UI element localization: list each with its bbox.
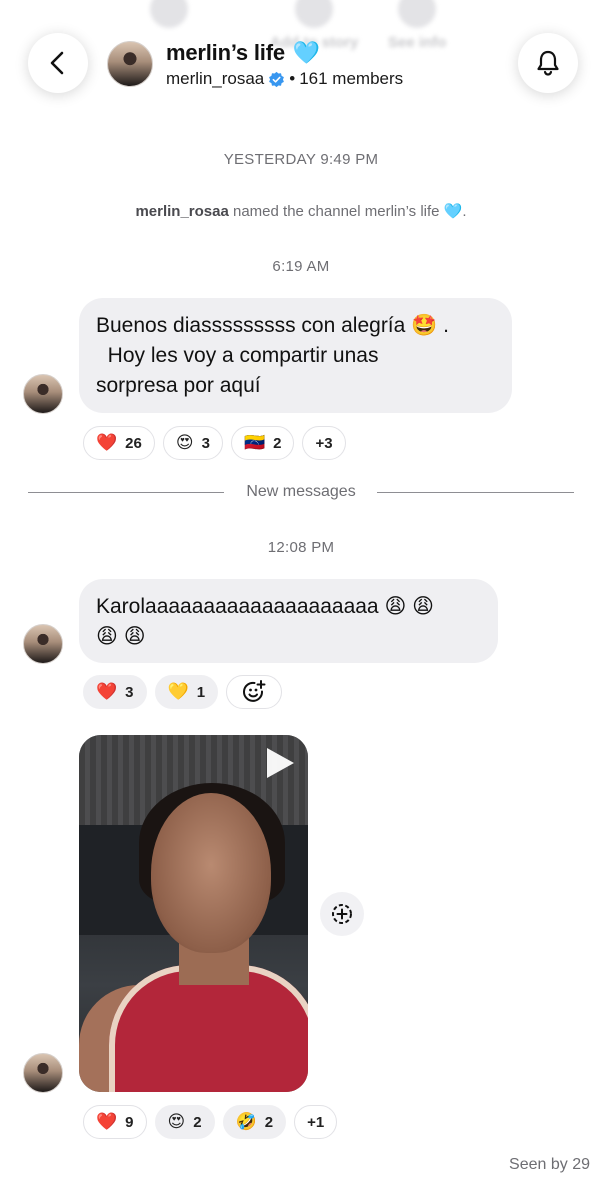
seen-by-count[interactable]: Seen by 29 xyxy=(509,1156,590,1174)
message-line: 😩 😩 xyxy=(96,625,146,648)
light-blue-heart-emoji: 🩵 xyxy=(292,40,321,65)
light-blue-heart-emoji: 🩵 xyxy=(443,203,463,220)
member-count: 161 members xyxy=(299,69,404,88)
reaction-count: 2 xyxy=(264,1113,274,1131)
add-reaction-button[interactable] xyxy=(226,675,283,709)
red-heart-emoji: ❤️ xyxy=(96,433,118,452)
reaction-count: 3 xyxy=(201,434,210,452)
timestamp-message-1: 6:19 AM xyxy=(272,258,330,275)
back-button[interactable] xyxy=(28,33,88,93)
add-reaction-dashed-icon xyxy=(332,904,352,924)
reaction-more[interactable]: +1 xyxy=(294,1105,338,1139)
channel-subtitle: merlin_rosaa • 161 members xyxy=(166,69,403,89)
reaction-count: 3 xyxy=(125,683,134,701)
message-line: Karolaaaaaaaaaaaaaaaaaaaa 😩 😩 xyxy=(96,595,435,618)
rename-text: named the channel merlin’s life xyxy=(233,203,440,220)
reaction-count: 9 xyxy=(125,1113,134,1131)
reaction-heart[interactable]: ❤️ 26 xyxy=(83,426,155,460)
reaction-count: 26 xyxy=(125,434,142,452)
reaction-bar: ❤️ 3 💛 1 xyxy=(83,675,283,709)
heart-eyes-emoji: 😍 xyxy=(167,1112,186,1131)
reaction-venezuela-flag[interactable]: 🇻🇪 2 xyxy=(230,426,295,460)
rename-period: . xyxy=(462,203,467,220)
verified-badge-icon xyxy=(269,71,285,87)
subtitle-separator: • xyxy=(289,69,296,88)
ghost-action-1 xyxy=(150,0,188,34)
play-icon xyxy=(267,748,294,778)
divider-line-right xyxy=(377,492,574,493)
reaction-rofl[interactable]: 🤣 2 xyxy=(222,1105,287,1139)
yellow-heart-emoji: 💛 xyxy=(167,682,189,701)
message-bubble[interactable]: Karolaaaaaaaaaaaaaaaaaaaa 😩 😩 😩 😩 xyxy=(79,579,498,663)
video-message-thumbnail[interactable] xyxy=(79,735,308,1092)
red-heart-emoji: ❤️ xyxy=(96,682,118,701)
reaction-bar: ❤️ 9 😍 2 🤣 2 +1 xyxy=(83,1105,338,1139)
reaction-heart[interactable]: ❤️ 3 xyxy=(83,675,147,709)
sender-avatar[interactable] xyxy=(23,374,63,414)
message-line: sorpresa por aquí xyxy=(96,374,261,397)
venezuela-flag-emoji: 🇻🇪 xyxy=(243,433,266,452)
chevron-left-icon xyxy=(50,51,64,75)
reaction-more-count: +3 xyxy=(315,434,333,452)
red-heart-emoji: ❤️ xyxy=(96,1112,118,1131)
timestamp-message-2: 12:08 PM xyxy=(267,539,335,556)
sender-avatar[interactable] xyxy=(23,624,63,664)
message-line: Hoy les voy a compartir unas xyxy=(96,344,379,367)
add-reaction-icon xyxy=(243,680,266,702)
bell-icon xyxy=(537,50,559,76)
reaction-bar: ❤️ 26 😍 3 🇻🇪 2 +3 xyxy=(83,426,346,460)
reaction-more-count: +1 xyxy=(307,1113,325,1131)
channel-avatar[interactable] xyxy=(107,41,153,87)
rofl-emoji: 🤣 xyxy=(235,1112,257,1131)
owner-username: merlin_rosaa xyxy=(166,69,265,88)
message-line: Buenos diasssssssss con alegría 🤩 . xyxy=(96,314,449,337)
notifications-button[interactable] xyxy=(518,33,578,93)
reaction-heart-eyes[interactable]: 😍 2 xyxy=(154,1105,215,1139)
reaction-heart-eyes[interactable]: 😍 3 xyxy=(162,426,223,460)
timestamp-yesterday: YESTERDAY 9:49 PM xyxy=(223,151,379,168)
video-react-button[interactable] xyxy=(320,892,364,936)
reaction-count: 1 xyxy=(196,683,206,701)
channel-title[interactable]: merlin’s life 🩵 xyxy=(166,40,320,66)
ghost-action-see-info: See info xyxy=(388,0,446,51)
reaction-count: 2 xyxy=(193,1113,202,1131)
channel-title-text: merlin’s life xyxy=(166,40,285,65)
message-bubble[interactable]: Buenos diasssssssss con alegría 🤩 . Hoy … xyxy=(79,298,512,413)
channel-rename-notice: merlin_rosaa named the channel merlin’s … xyxy=(0,202,602,220)
reaction-more[interactable]: +3 xyxy=(302,426,346,460)
reaction-count: 2 xyxy=(273,434,282,452)
video-person-face xyxy=(151,793,271,953)
reaction-yellow-heart[interactable]: 💛 1 xyxy=(154,675,219,709)
heart-eyes-emoji: 😍 xyxy=(175,433,194,452)
sender-avatar[interactable] xyxy=(23,1053,63,1093)
rename-username: merlin_rosaa xyxy=(135,203,229,220)
reaction-heart[interactable]: ❤️ 9 xyxy=(83,1105,147,1139)
